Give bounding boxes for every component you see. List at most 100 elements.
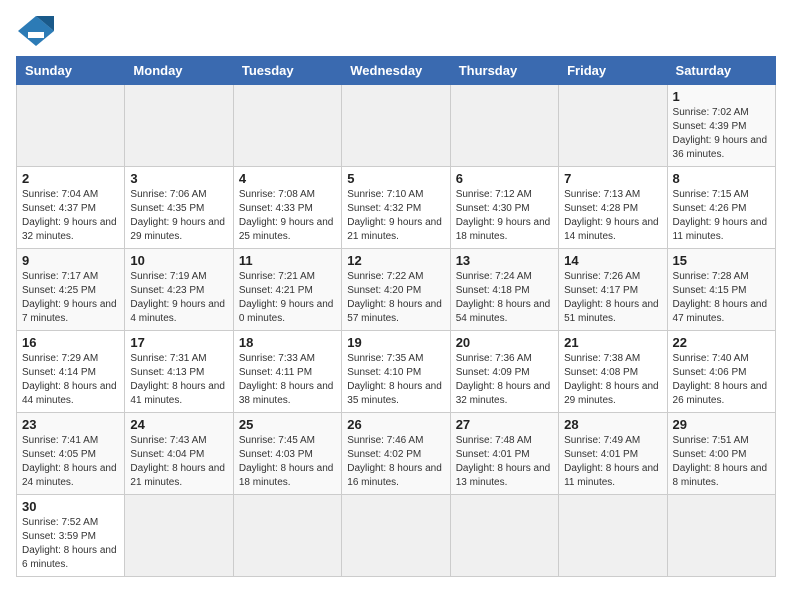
day-info: Sunrise: 7:36 AM Sunset: 4:09 PM Dayligh… bbox=[456, 352, 553, 408]
calendar-cell: 26 Sunrise: 7:46 AM Sunset: 4:02 PM Dayli… bbox=[342, 413, 450, 495]
day-info: Sunrise: 7:31 AM Sunset: 4:13 PM Dayligh… bbox=[130, 352, 227, 408]
day-info: Sunrise: 7:10 AM Sunset: 4:32 PM Dayligh… bbox=[347, 188, 444, 244]
calendar-cell: 9 Sunrise: 7:17 AM Sunset: 4:25 PM Daylig… bbox=[17, 249, 125, 331]
day-info: Sunrise: 7:46 AM Sunset: 4:02 PM Dayligh… bbox=[347, 434, 444, 490]
calendar-cell: 6 Sunrise: 7:12 AM Sunset: 4:30 PM Daylig… bbox=[450, 167, 558, 249]
day-number: 14 bbox=[564, 253, 661, 268]
day-info: Sunrise: 7:48 AM Sunset: 4:01 PM Dayligh… bbox=[456, 434, 553, 490]
day-info: Sunrise: 7:45 AM Sunset: 4:03 PM Dayligh… bbox=[239, 434, 336, 490]
calendar-cell: 28 Sunrise: 7:49 AM Sunset: 4:01 PM Dayli… bbox=[559, 413, 667, 495]
day-info: Sunrise: 7:19 AM Sunset: 4:23 PM Dayligh… bbox=[130, 270, 227, 326]
calendar-cell: 10 Sunrise: 7:19 AM Sunset: 4:23 PM Dayli… bbox=[125, 249, 233, 331]
calendar-cell: 15 Sunrise: 7:28 AM Sunset: 4:15 PM Dayli… bbox=[667, 249, 775, 331]
calendar-week-row: 16Sunrise: 7:29 AM Sunset: 4:14 PM Dayli… bbox=[17, 331, 776, 413]
calendar-cell bbox=[342, 85, 450, 167]
calendar-cell: 4 Sunrise: 7:08 AM Sunset: 4:33 PM Daylig… bbox=[233, 167, 341, 249]
day-number: 8 bbox=[673, 171, 770, 186]
day-info: Sunrise: 7:08 AM Sunset: 4:33 PM Dayligh… bbox=[239, 188, 336, 244]
day-info: Sunrise: 7:26 AM Sunset: 4:17 PM Dayligh… bbox=[564, 270, 661, 326]
day-info: Sunrise: 7:15 AM Sunset: 4:26 PM Dayligh… bbox=[673, 188, 770, 244]
calendar-week-row: 30Sunrise: 7:52 AM Sunset: 3:59 PM Dayli… bbox=[17, 495, 776, 577]
calendar-day-header: Tuesday bbox=[233, 57, 341, 85]
calendar-cell bbox=[667, 495, 775, 577]
calendar-day-header: Monday bbox=[125, 57, 233, 85]
day-number: 12 bbox=[347, 253, 444, 268]
day-number: 30 bbox=[22, 499, 119, 514]
calendar-cell: 1Sunrise: 7:02 AM Sunset: 4:39 PM Daylig… bbox=[667, 85, 775, 167]
calendar-cell: 19 Sunrise: 7:35 AM Sunset: 4:10 PM Dayli… bbox=[342, 331, 450, 413]
calendar-cell bbox=[450, 495, 558, 577]
calendar-cell: 21 Sunrise: 7:38 AM Sunset: 4:08 PM Dayli… bbox=[559, 331, 667, 413]
day-info: Sunrise: 7:41 AM Sunset: 4:05 PM Dayligh… bbox=[22, 434, 119, 490]
day-number: 23 bbox=[22, 417, 119, 432]
calendar-cell bbox=[342, 495, 450, 577]
calendar-week-row: 9 Sunrise: 7:17 AM Sunset: 4:25 PM Daylig… bbox=[17, 249, 776, 331]
day-info: Sunrise: 7:12 AM Sunset: 4:30 PM Dayligh… bbox=[456, 188, 553, 244]
day-number: 11 bbox=[239, 253, 336, 268]
day-number: 22 bbox=[673, 335, 770, 350]
day-info: Sunrise: 7:43 AM Sunset: 4:04 PM Dayligh… bbox=[130, 434, 227, 490]
day-number: 15 bbox=[673, 253, 770, 268]
day-info: Sunrise: 7:40 AM Sunset: 4:06 PM Dayligh… bbox=[673, 352, 770, 408]
day-number: 24 bbox=[130, 417, 227, 432]
calendar-cell bbox=[559, 495, 667, 577]
day-info: Sunrise: 7:02 AM Sunset: 4:39 PM Dayligh… bbox=[673, 106, 770, 162]
day-number: 2 bbox=[22, 171, 119, 186]
calendar-cell: 12 Sunrise: 7:22 AM Sunset: 4:20 PM Dayli… bbox=[342, 249, 450, 331]
day-info: Sunrise: 7:33 AM Sunset: 4:11 PM Dayligh… bbox=[239, 352, 336, 408]
day-number: 26 bbox=[347, 417, 444, 432]
day-info: Sunrise: 7:04 AM Sunset: 4:37 PM Dayligh… bbox=[22, 188, 119, 244]
day-number: 21 bbox=[564, 335, 661, 350]
day-info: Sunrise: 7:17 AM Sunset: 4:25 PM Dayligh… bbox=[22, 270, 119, 326]
day-number: 28 bbox=[564, 417, 661, 432]
day-number: 5 bbox=[347, 171, 444, 186]
calendar-table: SundayMondayTuesdayWednesdayThursdayFrid… bbox=[16, 56, 776, 577]
day-number: 17 bbox=[130, 335, 227, 350]
calendar-cell: 27 Sunrise: 7:48 AM Sunset: 4:01 PM Dayli… bbox=[450, 413, 558, 495]
calendar-day-header: Thursday bbox=[450, 57, 558, 85]
day-number: 3 bbox=[130, 171, 227, 186]
calendar-cell: 30Sunrise: 7:52 AM Sunset: 3:59 PM Dayli… bbox=[17, 495, 125, 577]
day-number: 10 bbox=[130, 253, 227, 268]
day-info: Sunrise: 7:22 AM Sunset: 4:20 PM Dayligh… bbox=[347, 270, 444, 326]
day-number: 6 bbox=[456, 171, 553, 186]
calendar-day-header: Wednesday bbox=[342, 57, 450, 85]
day-number: 4 bbox=[239, 171, 336, 186]
calendar-cell: 17 Sunrise: 7:31 AM Sunset: 4:13 PM Dayli… bbox=[125, 331, 233, 413]
calendar-cell: 16Sunrise: 7:29 AM Sunset: 4:14 PM Dayli… bbox=[17, 331, 125, 413]
day-info: Sunrise: 7:13 AM Sunset: 4:28 PM Dayligh… bbox=[564, 188, 661, 244]
calendar-week-row: 2 Sunrise: 7:04 AM Sunset: 4:37 PM Daylig… bbox=[17, 167, 776, 249]
calendar-week-row: 1Sunrise: 7:02 AM Sunset: 4:39 PM Daylig… bbox=[17, 85, 776, 167]
calendar-day-header: Friday bbox=[559, 57, 667, 85]
calendar-cell: 29Sunrise: 7:51 AM Sunset: 4:00 PM Dayli… bbox=[667, 413, 775, 495]
day-info: Sunrise: 7:29 AM Sunset: 4:14 PM Dayligh… bbox=[22, 352, 119, 408]
logo-icon bbox=[18, 16, 54, 46]
day-info: Sunrise: 7:38 AM Sunset: 4:08 PM Dayligh… bbox=[564, 352, 661, 408]
calendar-cell: 20 Sunrise: 7:36 AM Sunset: 4:09 PM Dayli… bbox=[450, 331, 558, 413]
calendar-cell bbox=[233, 85, 341, 167]
calendar-cell bbox=[450, 85, 558, 167]
calendar-cell bbox=[125, 85, 233, 167]
calendar-day-header: Sunday bbox=[17, 57, 125, 85]
day-info: Sunrise: 7:49 AM Sunset: 4:01 PM Dayligh… bbox=[564, 434, 661, 490]
day-number: 9 bbox=[22, 253, 119, 268]
calendar-cell: 11Sunrise: 7:21 AM Sunset: 4:21 PM Dayli… bbox=[233, 249, 341, 331]
page-header bbox=[16, 16, 776, 46]
day-number: 19 bbox=[347, 335, 444, 350]
day-number: 20 bbox=[456, 335, 553, 350]
calendar-cell: 25Sunrise: 7:45 AM Sunset: 4:03 PM Dayli… bbox=[233, 413, 341, 495]
calendar-cell: 5 Sunrise: 7:10 AM Sunset: 4:32 PM Daylig… bbox=[342, 167, 450, 249]
calendar-cell: 8 Sunrise: 7:15 AM Sunset: 4:26 PM Daylig… bbox=[667, 167, 775, 249]
calendar-cell: 3 Sunrise: 7:06 AM Sunset: 4:35 PM Daylig… bbox=[125, 167, 233, 249]
day-info: Sunrise: 7:28 AM Sunset: 4:15 PM Dayligh… bbox=[673, 270, 770, 326]
calendar-day-header: Saturday bbox=[667, 57, 775, 85]
day-info: Sunrise: 7:06 AM Sunset: 4:35 PM Dayligh… bbox=[130, 188, 227, 244]
calendar-cell bbox=[559, 85, 667, 167]
day-number: 27 bbox=[456, 417, 553, 432]
calendar-cell: 7Sunrise: 7:13 AM Sunset: 4:28 PM Daylig… bbox=[559, 167, 667, 249]
calendar-cell: 24 Sunrise: 7:43 AM Sunset: 4:04 PM Dayli… bbox=[125, 413, 233, 495]
day-number: 18 bbox=[239, 335, 336, 350]
calendar-cell: 2 Sunrise: 7:04 AM Sunset: 4:37 PM Daylig… bbox=[17, 167, 125, 249]
day-info: Sunrise: 7:35 AM Sunset: 4:10 PM Dayligh… bbox=[347, 352, 444, 408]
day-info: Sunrise: 7:24 AM Sunset: 4:18 PM Dayligh… bbox=[456, 270, 553, 326]
